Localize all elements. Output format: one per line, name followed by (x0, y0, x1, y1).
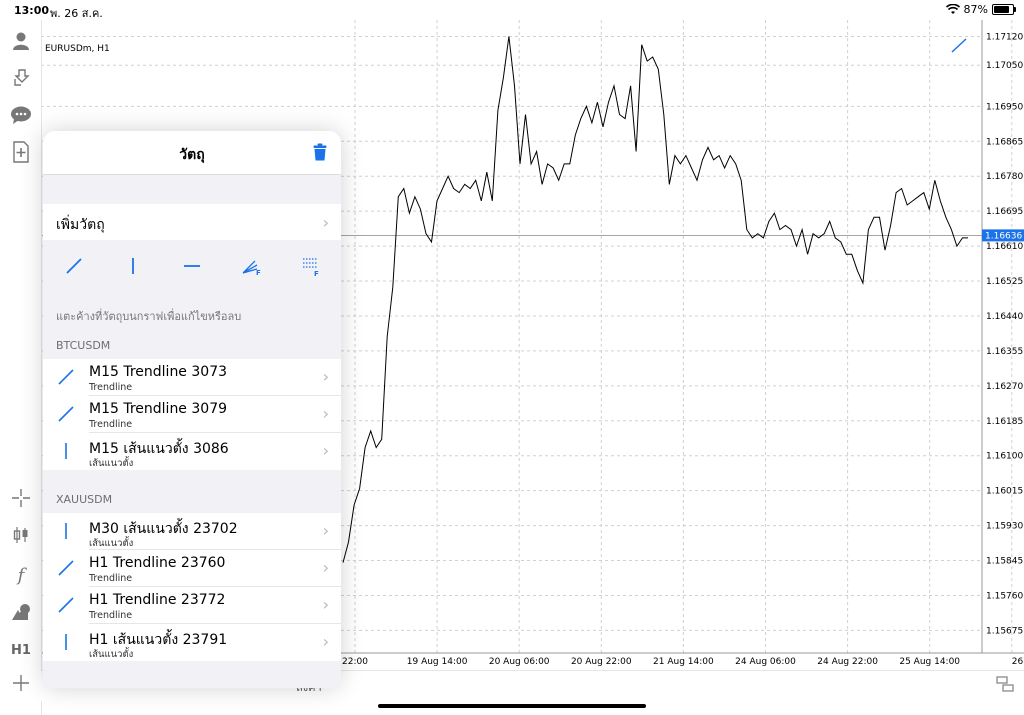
object-name: H1 Trendline 23772 (89, 592, 226, 608)
account-icon[interactable] (4, 26, 38, 56)
y-tick-label: 1.16440 (986, 312, 1023, 322)
object-row[interactable]: H1 เส้นแนวตั้ง 23791 เส้นแนวตั้ง › (43, 624, 341, 661)
vertical-line-icon (65, 443, 67, 459)
group-header-btcusdm: BTCUSDM (56, 339, 111, 352)
objects-icon[interactable] (4, 597, 38, 627)
object-tools-row: F F (43, 241, 341, 291)
battery-percent: 87% (963, 3, 988, 16)
panel-hint: แตะค้างที่วัตถุบนกราฟเพื่อแก้ไขหรือลบ (56, 310, 242, 323)
y-tick-label: 1.16865 (986, 137, 1023, 147)
vertical-line-icon (65, 523, 67, 539)
add-object-row[interactable]: เพิ่มวัตถุ › (43, 204, 341, 240)
y-tick-label: 1.15760 (986, 591, 1023, 601)
y-tick-label: 1.16100 (986, 452, 1023, 462)
y-tick-label: 1.17050 (986, 61, 1023, 71)
svg-text:F: F (314, 270, 319, 277)
chevron-right-icon: › (322, 367, 329, 386)
y-tick-label: 1.16610 (986, 242, 1023, 252)
new-order-icon[interactable] (4, 137, 38, 167)
object-row[interactable]: M15 Trendline 3073 Trendline › (43, 359, 341, 396)
y-tick-label: 1.17120 (986, 32, 1023, 42)
x-tick-label: 26 Aug 06:00 (1012, 657, 1024, 667)
horizontal-line-tool-icon[interactable] (181, 255, 203, 277)
y-tick-label: 1.16185 (986, 417, 1023, 427)
crosshair-icon[interactable] (4, 483, 38, 513)
trendline-icon (58, 406, 74, 422)
object-name: H1 Trendline 23760 (89, 555, 226, 571)
object-type: Trendline (89, 610, 133, 621)
chat-icon[interactable] (4, 100, 38, 130)
chevron-right-icon: › (322, 595, 329, 614)
chevron-right-icon: › (322, 441, 329, 460)
svg-text:F: F (256, 269, 261, 277)
y-tick-label: 1.16695 (986, 207, 1023, 217)
y-tick-label: 1.16780 (986, 172, 1023, 182)
chevron-right-icon: › (322, 404, 329, 423)
x-tick-label: 21 Aug 14:00 (653, 657, 714, 667)
x-tick-label: 22:00 (342, 657, 368, 667)
x-tick-label: 25 Aug 14:00 (899, 657, 960, 667)
object-type: Trendline (89, 419, 133, 430)
add-icon[interactable] (4, 668, 38, 698)
y-tick-label: 1.16525 (986, 277, 1023, 287)
y-tick-label: 1.16015 (986, 487, 1023, 497)
wifi-icon (945, 4, 960, 14)
x-tick-label: 20 Aug 22:00 (571, 657, 632, 667)
x-tick-label: 19 Aug 14:00 (407, 657, 468, 667)
split-view-icon[interactable] (996, 676, 1014, 692)
vertical-line-tool-icon[interactable] (122, 255, 144, 277)
object-row[interactable]: H1 Trendline 23772 Trendline › (43, 587, 341, 624)
left-toolbar: f H1 (0, 20, 42, 715)
x-tick-label: 24 Aug 22:00 (817, 657, 878, 667)
chevron-right-icon: › (322, 521, 329, 540)
y-tick-label: 1.15930 (986, 522, 1023, 532)
trash-icon[interactable] (313, 143, 327, 161)
current-price-label: 1.16636 (985, 231, 1022, 241)
object-name: M15 Trendline 3073 (89, 364, 228, 380)
status-time: 13:00 (14, 4, 50, 17)
home-indicator (378, 704, 646, 708)
panel-title: วัตถุ (179, 147, 205, 163)
timeframe-button[interactable]: H1 (4, 635, 38, 665)
y-tick-label: 1.15845 (986, 557, 1023, 567)
group-header-xauusdm: XAUUSDM (56, 493, 113, 506)
object-row[interactable]: H1 Trendline 23760 Trendline › (43, 550, 341, 587)
vertical-line-icon (65, 634, 67, 650)
panel-header: วัตถุ (43, 131, 341, 175)
x-tick-label: 24 Aug 06:00 (735, 657, 796, 667)
trendline-icon (58, 369, 74, 385)
share-icon[interactable] (4, 62, 38, 92)
object-type: เส้นแนวตั้ง (89, 649, 134, 660)
trendline-icon (58, 560, 74, 576)
object-type: Trendline (89, 382, 133, 393)
trendline-icon (58, 597, 74, 613)
object-type: เส้นแนวตั้ง (89, 458, 134, 469)
object-row[interactable]: M30 เส้นแนวตั้ง 23702 เส้นแนวตั้ง › (43, 513, 341, 550)
candles-icon[interactable] (4, 520, 38, 550)
trendline-tool-icon[interactable] (63, 255, 85, 277)
object-row[interactable]: M15 เส้นแนวตั้ง 3086 เส้นแนวตั้ง › (43, 433, 341, 470)
object-row[interactable]: M15 Trendline 3079 Trendline › (43, 396, 341, 433)
indicator-icon[interactable]: f (4, 560, 38, 590)
object-type: Trendline (89, 573, 133, 584)
fibonacci-fan-tool-icon[interactable]: F (241, 255, 263, 277)
chevron-right-icon: › (322, 632, 329, 651)
status-right: 87% (945, 3, 1016, 16)
status-bar: 13:00 พ. 26 ส.ค. 87% (0, 0, 1024, 20)
y-tick-label: 1.15675 (986, 626, 1023, 636)
fibonacci-retracement-tool-icon[interactable]: F (300, 255, 322, 277)
y-tick-label: 1.16270 (986, 382, 1023, 392)
battery-icon (992, 4, 1016, 15)
chevron-right-icon: › (322, 558, 329, 577)
y-tick-label: 1.16950 (986, 102, 1023, 112)
objects-panel: วัตถุ เพิ่มวัตถุ › F F แตะค้างที่วัตถุบน… (43, 131, 341, 688)
chevron-right-icon: › (322, 213, 329, 232)
chart-symbol-title: EURUSDm, H1 (45, 44, 110, 54)
y-tick-label: 1.16355 (986, 347, 1023, 357)
trendline-object (951, 38, 967, 53)
x-tick-label: 20 Aug 06:00 (489, 657, 550, 667)
add-object-label: เพิ่มวัตถุ (56, 217, 105, 233)
object-name: M15 Trendline 3079 (89, 401, 228, 417)
